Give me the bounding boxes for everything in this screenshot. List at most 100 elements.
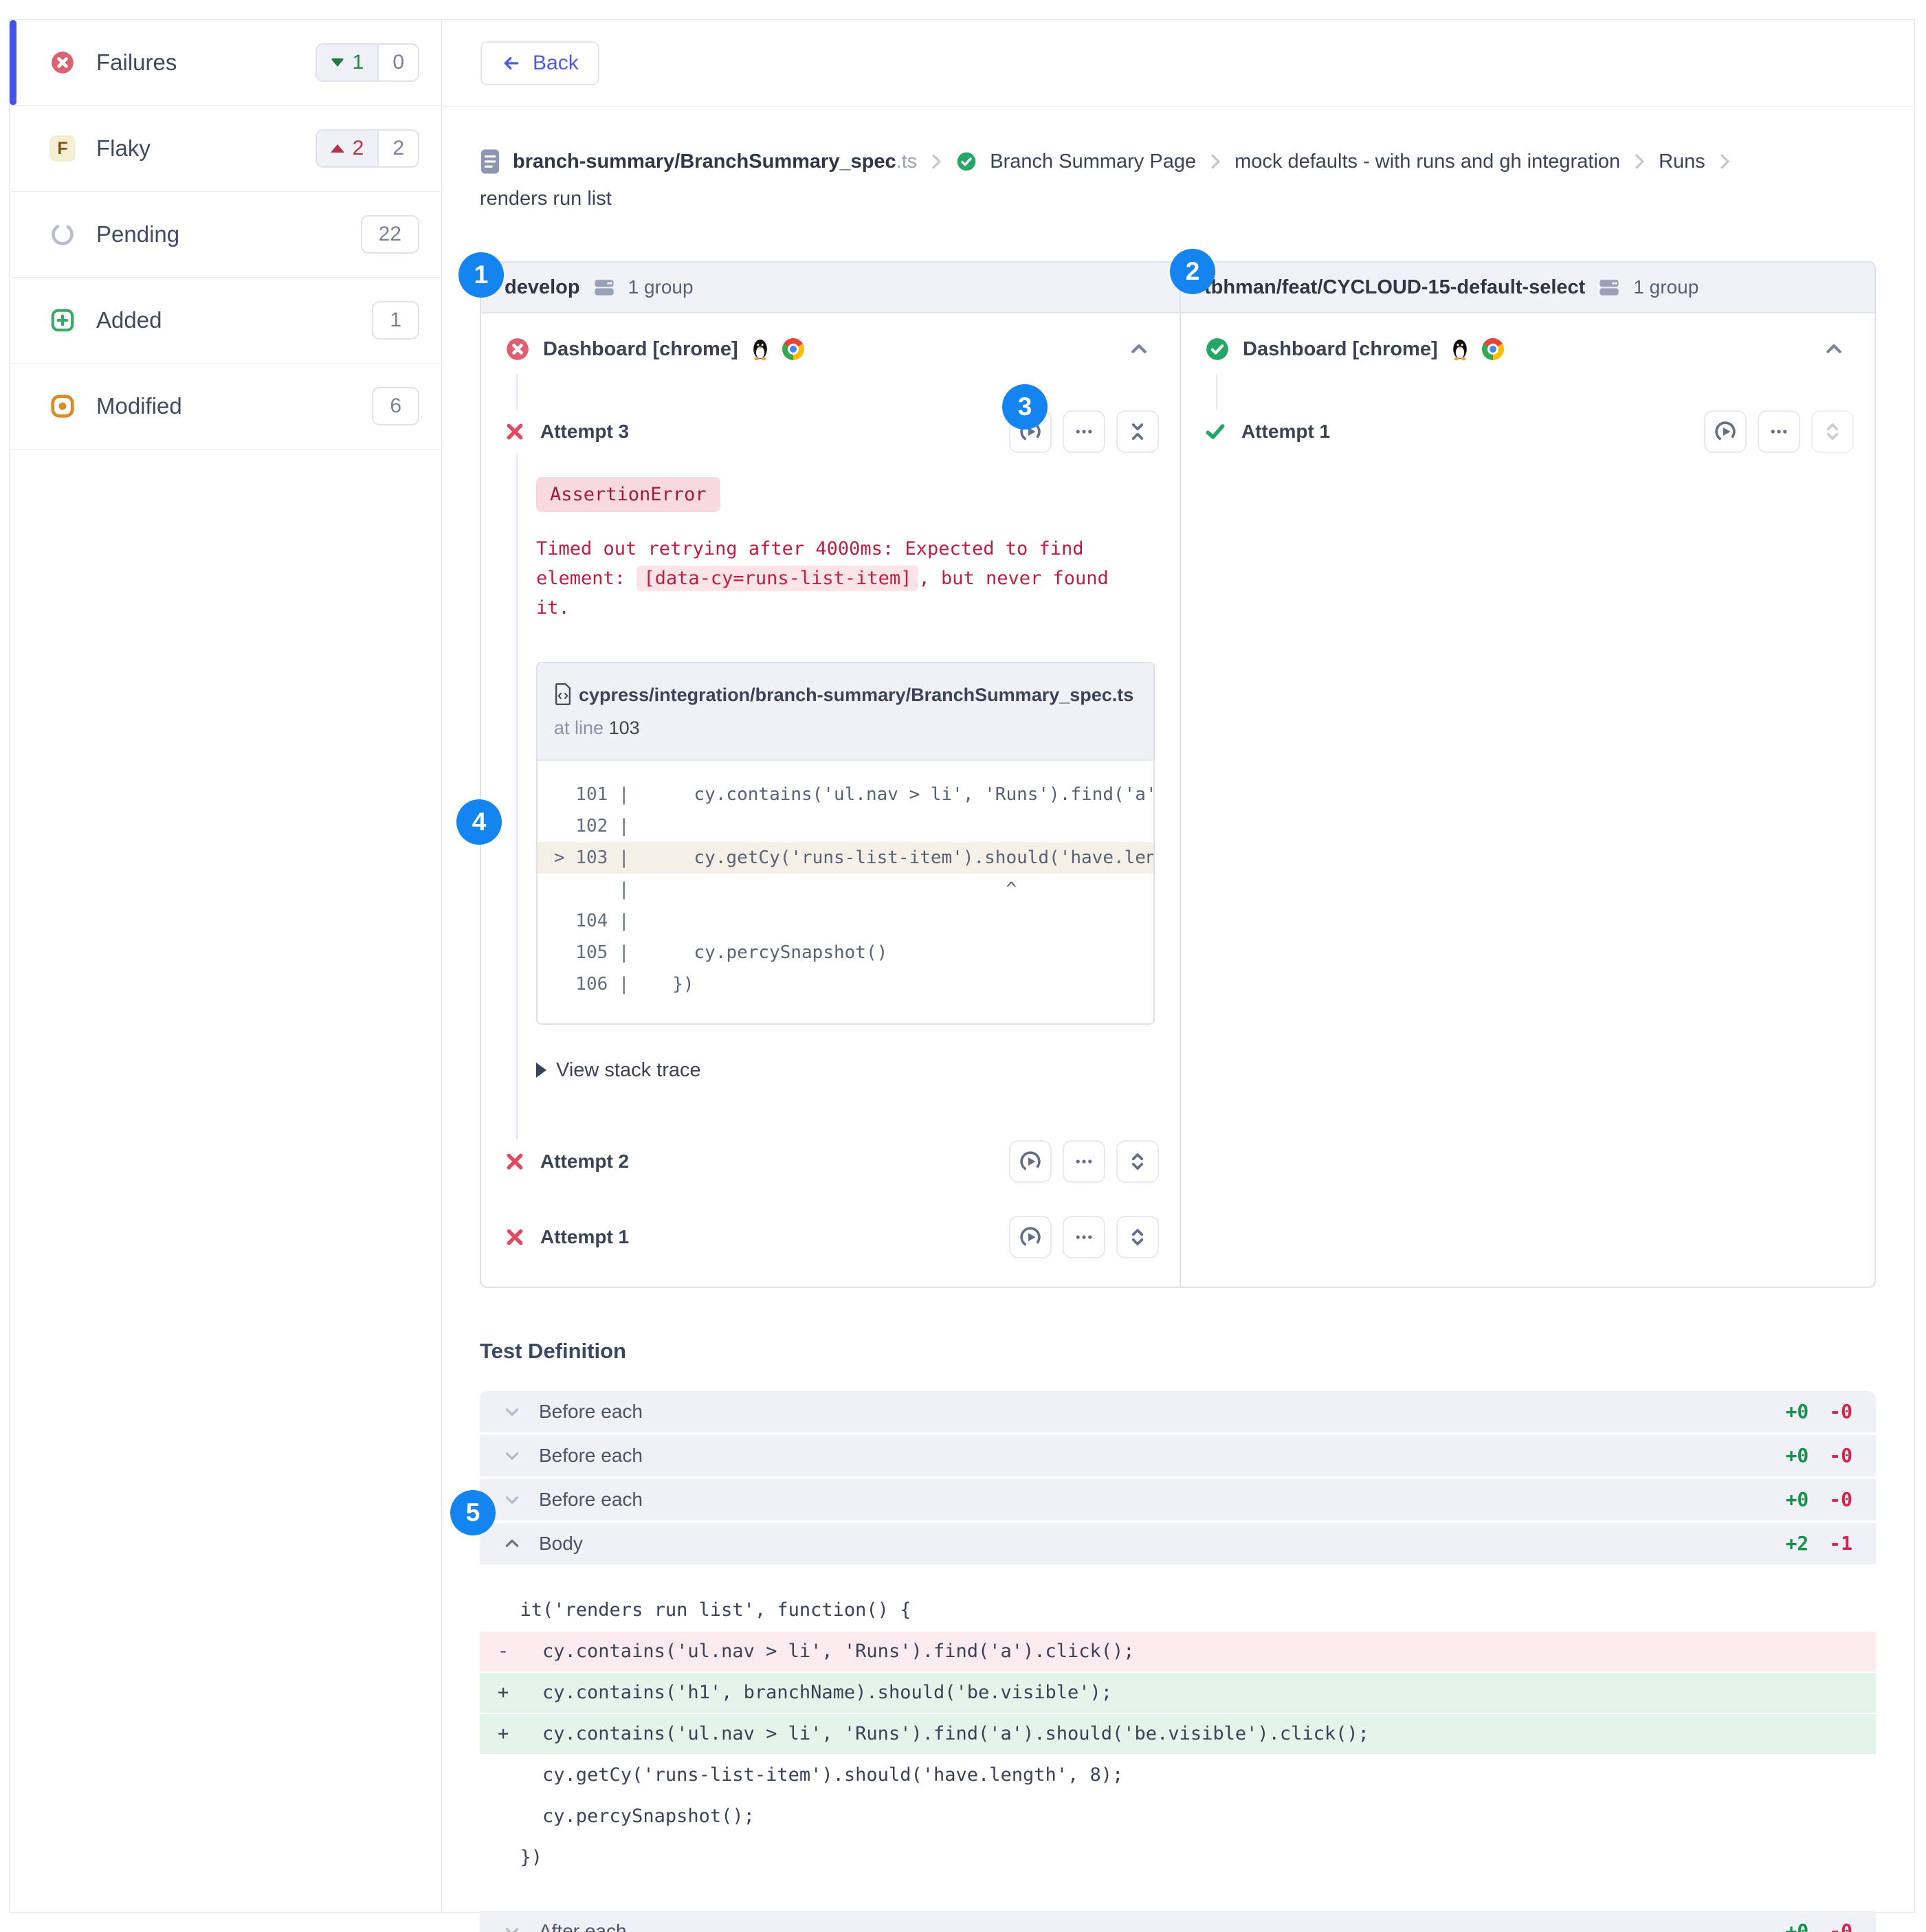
code-snippet: cypress/integration/branch-summary/Branc… [536, 661, 1155, 1025]
error-message: Timed out retrying after 4000ms: Expecte… [536, 538, 1109, 619]
branch-header-left: develop 1 group [481, 263, 1180, 312]
code-line: 106 | }) [554, 973, 694, 995]
replay-attempt-button[interactable] [1009, 1215, 1052, 1258]
added-count-badge: 1 [372, 301, 419, 340]
view-stack-trace-toggle[interactable]: View stack trace [536, 1059, 1159, 1082]
test-result-row: Dashboard [chrome] [505, 330, 1159, 368]
expand-attempt-button[interactable] [1811, 410, 1854, 453]
more-options-button[interactable] [1063, 1215, 1105, 1258]
sidebar-item-modified[interactable]: Modified 6 [10, 364, 441, 449]
snippet-file-name: cypress/integration/branch-summary/Branc… [579, 684, 1134, 705]
delta-up-icon [330, 144, 344, 153]
breadcrumb-item[interactable]: Runs [1659, 143, 1705, 180]
error-selector-code: [data-cy=runs-list-item] [637, 566, 919, 592]
chrome-icon [1481, 338, 1504, 360]
diff-line-removed: - cy.contains('ul.nav > li', 'Runs').fin… [480, 1631, 1876, 1672]
collapse-attempt-button[interactable] [1116, 410, 1159, 453]
sidebar-item-pending[interactable]: Pending 22 [10, 192, 441, 278]
section-before-each[interactable]: Before each +0 -0 [480, 1434, 1876, 1479]
chevron-right-icon [1718, 153, 1731, 170]
passed-check-icon [955, 151, 977, 173]
failure-circle-icon [49, 49, 76, 76]
chrome-icon [782, 338, 804, 360]
sidebar-item-added[interactable]: Added 1 [10, 278, 441, 364]
replay-attempt-button[interactable] [1009, 1140, 1052, 1183]
sidebar-item-label: Added [96, 307, 162, 333]
group-server-icon [593, 277, 616, 298]
flaky-icon: F [49, 135, 76, 162]
diff-line-added: + cy.contains('h1', branchName).should('… [480, 1672, 1876, 1713]
main-area: Back branch-summary/BranchSummary_spec.t… [442, 20, 1914, 1932]
branch-name: tbhman/feat/CYCLOUD-15-default-select [1204, 276, 1586, 298]
chevron-down-icon [503, 1491, 521, 1509]
back-button[interactable]: Back [480, 41, 599, 85]
group-server-icon [1597, 277, 1621, 298]
added-count: +2 [1785, 1532, 1809, 1555]
failed-circle-icon [505, 336, 531, 362]
more-options-button[interactable] [1758, 410, 1800, 453]
breadcrumb-item[interactable]: mock defaults - with runs and gh integra… [1235, 143, 1620, 180]
code-line-caret: | ^ [554, 878, 1017, 900]
replay-attempt-button[interactable] [1704, 410, 1747, 453]
diff-line-context: }) [498, 1846, 543, 1868]
section-after-each[interactable]: After each +0 -0 [480, 1910, 1876, 1932]
failed-x-icon [505, 1227, 525, 1247]
breadcrumb-current: renders run list [480, 188, 612, 210]
test-definition-panel: Before each +0 -0 Before each +0 -0 Before… [480, 1390, 1876, 1932]
body-diff: it('renders run list', function() { - cy… [480, 1566, 1876, 1911]
diff-line-context: cy.getCy('runs-list-item').should('have.… [498, 1764, 1124, 1786]
thread-line [516, 374, 518, 1157]
chevron-right-icon [1632, 153, 1646, 170]
annotation-marker-5: 5 [450, 1490, 496, 1535]
more-options-button[interactable] [1063, 410, 1105, 453]
test-result-row: Dashboard [chrome] [1204, 330, 1854, 368]
attempt-label: Attempt 3 [540, 421, 630, 442]
diff-line-context: cy.percySnapshot(); [498, 1805, 755, 1827]
code-line: 104 | [554, 910, 630, 931]
failures-count-badge: 1 0 [315, 43, 419, 82]
added-count: +0 [1785, 1400, 1809, 1423]
removed-count: -0 [1829, 1400, 1852, 1423]
breadcrumb-item[interactable]: Branch Summary Page [990, 143, 1196, 180]
modified-dot-icon [49, 393, 76, 419]
added-count: +0 [1785, 1488, 1809, 1511]
removed-count: -0 [1829, 1444, 1852, 1467]
annotation-marker-1: 1 [458, 252, 504, 298]
branch-name: develop [505, 276, 580, 298]
expand-attempt-button[interactable] [1116, 1215, 1159, 1258]
failed-x-icon [505, 421, 525, 442]
collapse-test-button[interactable] [1824, 339, 1844, 359]
column-feature-branch: Dashboard [chrome] Attempt 1 [1180, 313, 1874, 1287]
app-window: Failures 1 0 F Flaky 2 2 Pending 22 Adde… [9, 19, 1915, 1932]
attempt-row-1: Attempt 1 [505, 1214, 1159, 1259]
sidebar: Failures 1 0 F Flaky 2 2 Pending 22 Adde… [10, 20, 442, 1912]
section-before-each[interactable]: Before each +0 -0 [480, 1478, 1876, 1523]
sidebar-item-label: Flaky [96, 135, 151, 161]
section-body[interactable]: Body +2 -1 [480, 1522, 1876, 1567]
attempt-row-3: Attempt 3 [505, 410, 1159, 454]
added-count: +0 [1785, 1444, 1809, 1467]
comparison-panel: develop 1 group tbhman/feat/CYCLOUD-15-d… [480, 261, 1876, 1288]
sidebar-item-flaky[interactable]: F Flaky 2 2 [10, 106, 441, 192]
code-snippet-header: cypress/integration/branch-summary/Branc… [538, 663, 1153, 761]
content: branch-summary/BranchSummary_spec.ts Bra… [442, 143, 1914, 1932]
comparison-body: Dashboard [chrome] Attempt 3 AssertionEr… [481, 313, 1874, 1287]
attempt-label: Attempt 1 [540, 1225, 630, 1247]
breadcrumb-spec[interactable]: branch-summary/BranchSummary_spec.ts [513, 143, 917, 180]
error-type-badge: AssertionError [536, 477, 720, 512]
chevron-right-icon [1208, 153, 1222, 170]
test-definition-title: Test Definition [480, 1338, 626, 1363]
more-options-button[interactable] [1063, 1140, 1105, 1183]
disclosure-triangle-icon [536, 1063, 546, 1078]
collapse-test-button[interactable] [1129, 339, 1149, 359]
sidebar-item-label: Failures [96, 49, 177, 75]
spec-file-icon [480, 148, 500, 175]
error-details: AssertionError Timed out retrying after … [536, 454, 1159, 1082]
section-before-each[interactable]: Before each +0 -0 [480, 1390, 1876, 1435]
diff-line-added: + cy.contains('ul.nav > li', 'Runs').fin… [480, 1713, 1876, 1754]
back-toolbar: Back [442, 20, 1914, 107]
removed-count: -1 [1829, 1532, 1852, 1555]
expand-attempt-button[interactable] [1116, 1140, 1159, 1183]
passed-circle-icon [1204, 336, 1230, 362]
sidebar-item-failures[interactable]: Failures 1 0 [10, 20, 441, 106]
